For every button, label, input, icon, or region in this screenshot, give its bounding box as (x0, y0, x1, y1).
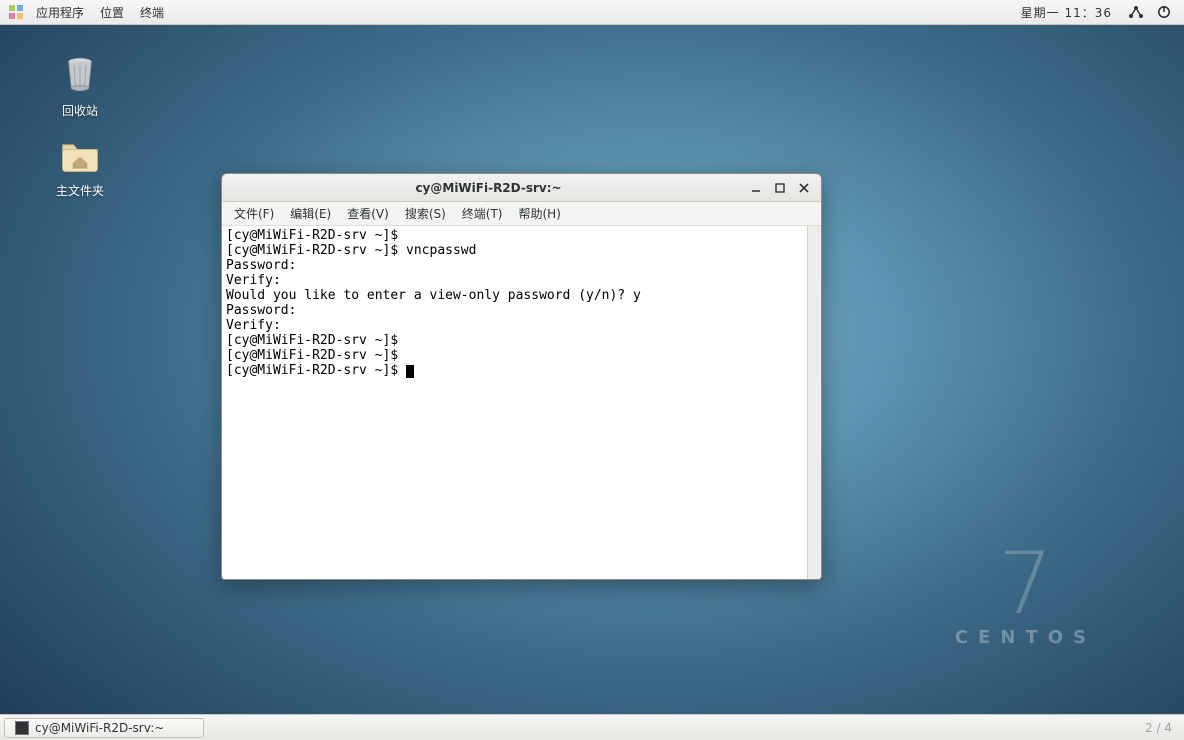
desktop-home-label: 主文件夹 (40, 182, 120, 199)
terminal-line: [cy@MiWiFi-R2D-srv ~]$ (226, 333, 406, 348)
desktop-trash[interactable]: 回收站 (40, 50, 120, 119)
terminal-line: [cy@MiWiFi-R2D-srv ~]$ (226, 348, 406, 363)
terminal-line: [cy@MiWiFi-R2D-srv ~]$ vncpasswd (226, 243, 476, 258)
window-titlebar[interactable]: cy@MiWiFi-R2D-srv:~ (222, 174, 821, 202)
window-menubar: 文件(F) 编辑(E) 查看(V) 搜索(S) 终端(T) 帮助(H) (222, 202, 821, 226)
bottom-panel: cy@MiWiFi-R2D-srv:~ 2 / 4 (0, 714, 1184, 740)
terminal-line: Password: (226, 303, 296, 318)
menu-file[interactable]: 文件(F) (226, 205, 282, 222)
desktop-home[interactable]: 主文件夹 (40, 130, 120, 199)
top-panel: 应用程序 位置 终端 星期一 11：36 (0, 0, 1184, 25)
taskbar-app-terminal[interactable]: cy@MiWiFi-R2D-srv:~ (4, 718, 204, 738)
menu-terminal-m[interactable]: 终端(T) (454, 205, 511, 222)
menu-help[interactable]: 帮助(H) (511, 205, 569, 222)
applications-icon (8, 4, 24, 20)
terminal-line: Password: (226, 258, 296, 273)
power-icon[interactable] (1150, 4, 1178, 20)
terminal-content[interactable]: [cy@MiWiFi-R2D-srv ~]$ [cy@MiWiFi-R2D-sr… (222, 226, 821, 579)
terminal-cursor (406, 365, 414, 378)
terminal-line: [cy@MiWiFi-R2D-srv ~]$ (226, 228, 406, 243)
pager-indicator: 2 / 4 (1145, 721, 1180, 735)
maximize-button[interactable] (773, 181, 787, 195)
window-title: cy@MiWiFi-R2D-srv:~ (228, 181, 749, 195)
terminal-line: Verify: (226, 273, 281, 288)
terminal-line: [cy@MiWiFi-R2D-srv ~]$ (226, 363, 406, 378)
terminal-scrollbar[interactable] (807, 226, 821, 579)
menu-view[interactable]: 查看(V) (339, 205, 397, 222)
terminal-window: cy@MiWiFi-R2D-srv:~ 文件(F) 编辑(E) 查看(V) 搜索… (221, 173, 822, 580)
terminal-app-icon (15, 721, 29, 735)
taskbar-app-title: cy@MiWiFi-R2D-srv:~ (35, 721, 164, 735)
menu-search[interactable]: 搜索(S) (397, 205, 454, 222)
desktop-trash-label: 回收站 (40, 102, 120, 119)
menu-edit[interactable]: 编辑(E) (282, 205, 339, 222)
menu-places[interactable]: 位置 (92, 4, 132, 21)
folder-home-icon (56, 130, 104, 178)
wallpaper-logo-digit: 7 (955, 546, 1096, 623)
menu-applications[interactable]: 应用程序 (28, 4, 92, 21)
close-button[interactable] (797, 181, 811, 195)
wallpaper-logo-word: CENTOS (955, 627, 1096, 648)
network-icon[interactable] (1122, 4, 1150, 20)
menu-terminal[interactable]: 终端 (132, 4, 172, 21)
trash-icon (56, 50, 104, 98)
terminal-line: Would you like to enter a view-only pass… (226, 288, 641, 303)
clock[interactable]: 星期一 11：36 (1011, 4, 1122, 21)
wallpaper-logo: 7 CENTOS (955, 546, 1096, 648)
minimize-button[interactable] (749, 181, 763, 195)
terminal-line: Verify: (226, 318, 281, 333)
